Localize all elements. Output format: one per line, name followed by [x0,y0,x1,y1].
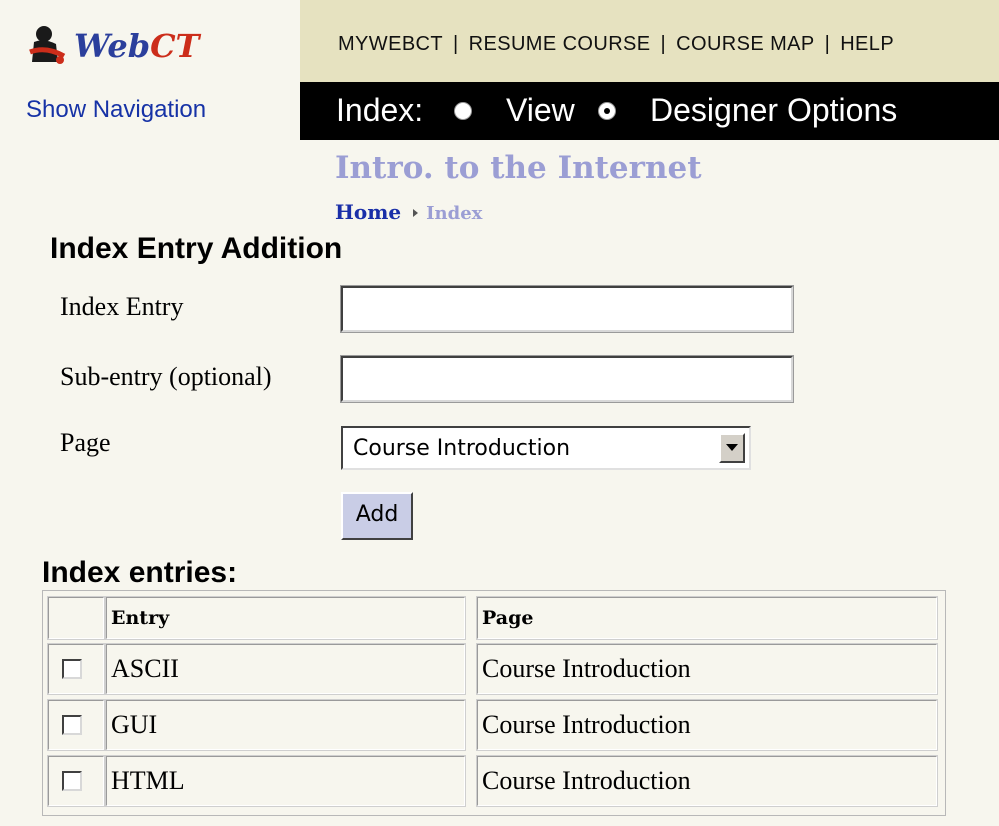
view-radio[interactable] [454,102,472,120]
top-navigation-bar: MYWEBCT | RESUME COURSE | COURSE MAP | HELP [300,0,999,82]
form-title: Index Entry Addition [50,232,343,265]
mode-label: Index: [336,92,424,128]
link-separator: | [824,33,831,55]
designer-options-radio[interactable] [598,102,616,120]
table-cell-entry: GUI [105,699,466,751]
header-left-panel: WebCT Show Navigation [0,0,300,140]
table-row-checkbox-cell [47,699,105,751]
logo-wordmark: WebCT [74,27,200,65]
page-select-value: Course Introduction [353,436,571,461]
add-button[interactable]: Add [341,492,413,540]
course-map-link[interactable]: COURSE MAP [676,33,814,55]
table-cell-entry: HTML [105,755,466,807]
chevron-down-icon[interactable] [719,433,745,463]
table-cell-entry: ASCII [105,643,466,695]
breadcrumb-current: Index [426,203,483,224]
breadcrumb: Home Index [335,200,482,224]
resume-course-link[interactable]: RESUME COURSE [469,33,651,55]
table-row-checkbox-cell [47,755,105,807]
breadcrumb-home-link[interactable]: Home [335,200,401,224]
designer-options-label[interactable]: Designer Options [650,92,897,129]
sub-entry-label: Sub-entry (optional) [60,362,272,391]
table-cell-page: Course Introduction [476,699,938,751]
breadcrumb-arrow-icon [413,209,419,217]
top-links: MYWEBCT | RESUME COURSE | COURSE MAP | HELP [338,33,894,56]
sub-entry-input[interactable] [340,355,794,403]
show-navigation-link[interactable]: Show Navigation [26,96,206,124]
help-link[interactable]: HELP [840,33,894,55]
webct-logo[interactable]: WebCT [24,22,199,70]
row-checkbox[interactable] [62,715,82,735]
table-header-entry: Entry [105,596,466,640]
course-title: Intro. to the Internet [335,150,702,186]
view-option-label[interactable]: View [506,92,575,129]
table-header-select [47,596,105,640]
link-separator: | [660,33,667,55]
table-cell-page: Course Introduction [476,755,938,807]
entries-table: Entry Page ASCII Course Introduction GUI… [42,590,946,816]
mywebct-link[interactable]: MYWEBCT [338,33,443,55]
index-entry-label: Index Entry [60,292,184,321]
table-row-checkbox-cell [47,643,105,695]
link-separator: | [453,33,459,55]
mode-bar: Index: View Designer Options [300,82,999,140]
index-entry-input[interactable] [340,285,794,333]
row-checkbox[interactable] [62,771,82,791]
row-checkbox[interactable] [62,659,82,679]
webct-logo-icon [29,26,66,64]
table-cell-page: Course Introduction [476,643,938,695]
entries-title: Index entries: [42,556,238,589]
page-label: Page [60,428,111,457]
table-header-page: Page [476,596,938,640]
page-select[interactable]: Course Introduction [341,426,751,470]
